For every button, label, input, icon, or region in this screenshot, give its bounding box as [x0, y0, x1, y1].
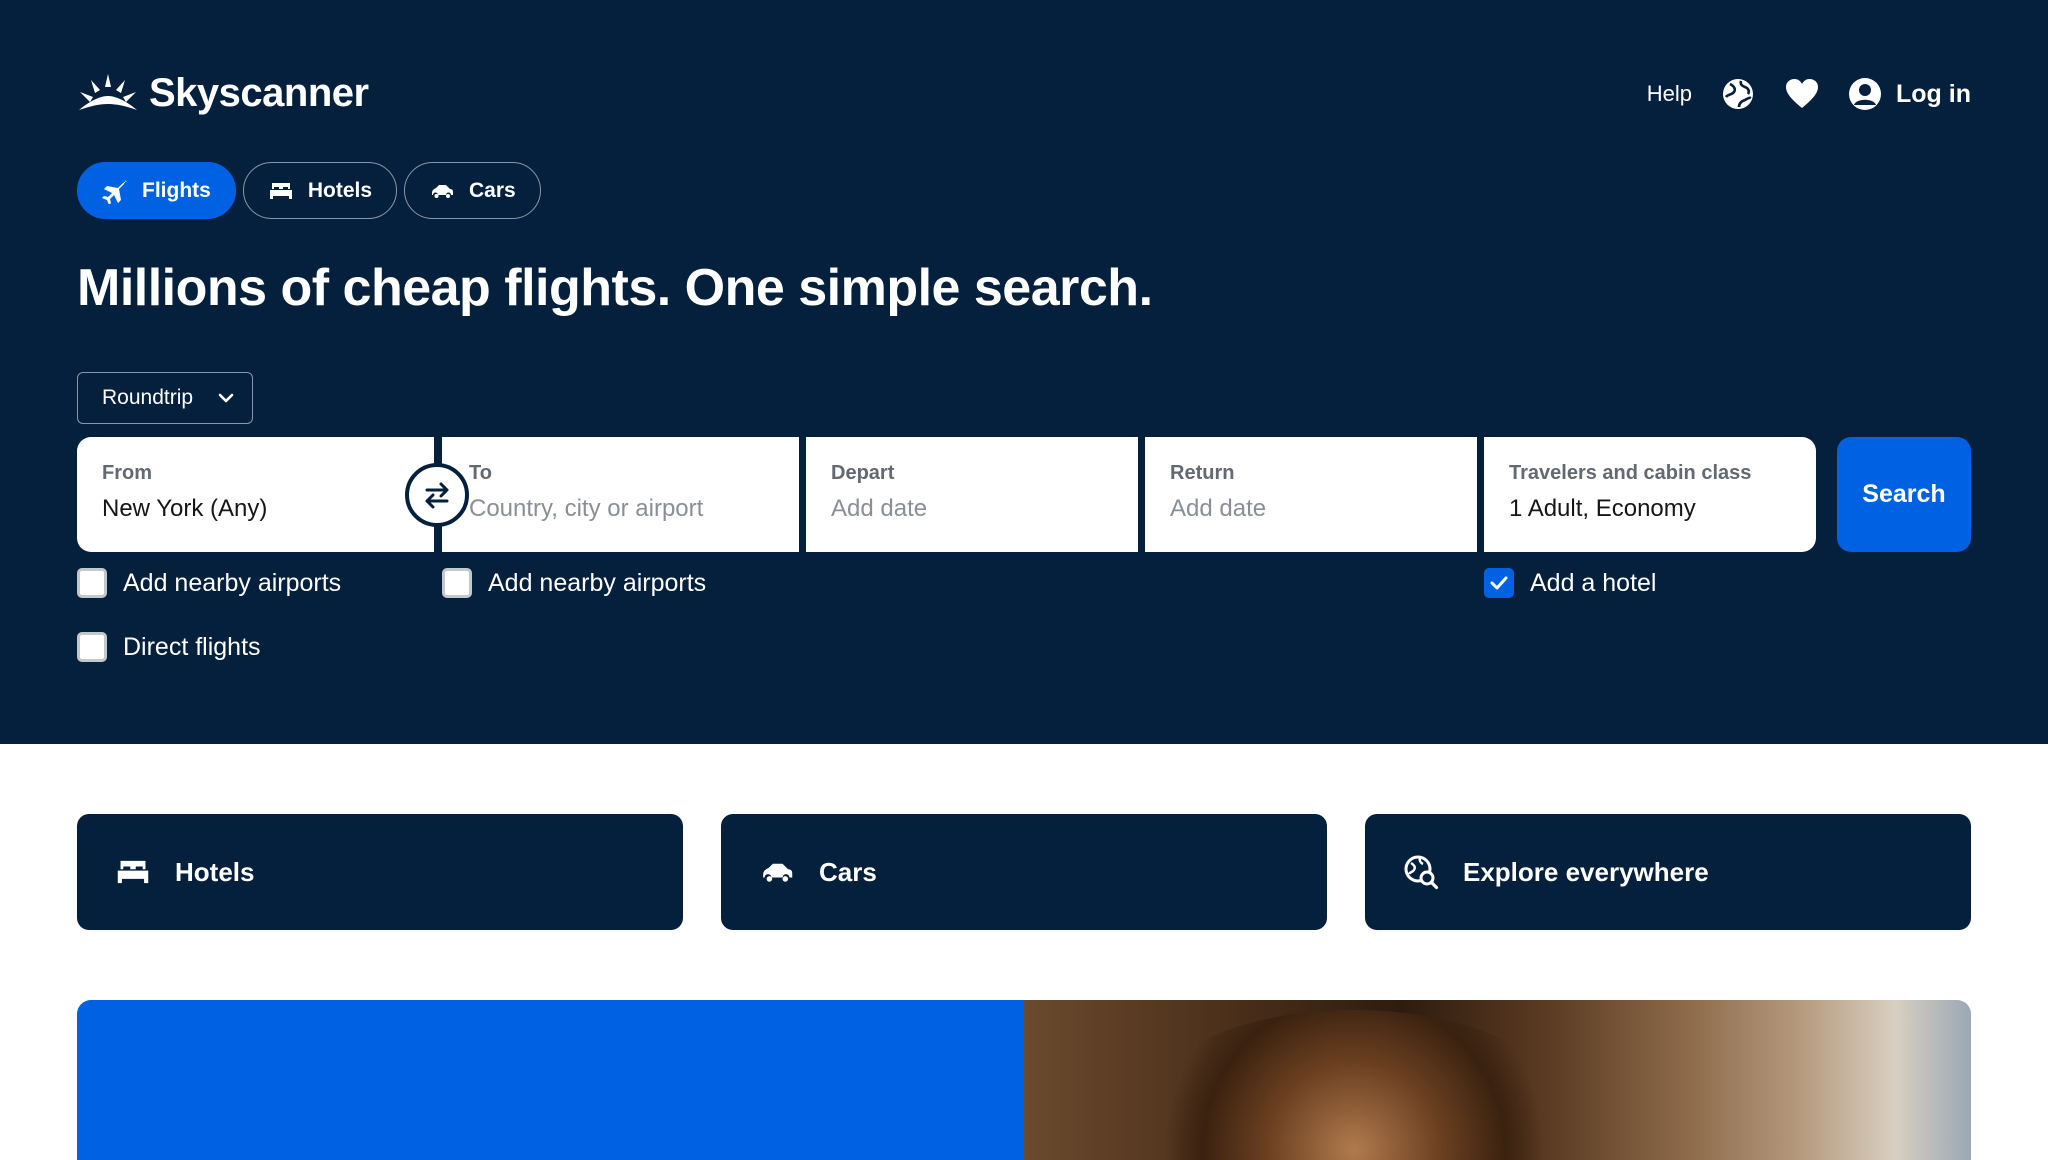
login-button[interactable]: Log in — [1848, 77, 1971, 111]
tab-cars[interactable]: Cars — [404, 162, 541, 219]
brand-name: Skyscanner — [149, 70, 369, 115]
from-label: From — [102, 462, 152, 484]
add-hotel-label: Add a hotel — [1530, 568, 1657, 597]
trip-type-value: Roundtrip — [102, 386, 194, 409]
cars-card-label: Cars — [819, 856, 877, 887]
from-nearby-airports-label: Add nearby airports — [123, 568, 342, 597]
to-nearby-airports-checkbox[interactable]: Add nearby airports — [442, 568, 706, 598]
explore-everywhere-card[interactable]: Explore everywhere — [1365, 814, 1971, 930]
to-nearby-airports-label: Add nearby airports — [488, 568, 707, 597]
travelers-value: 1 Adult, Economy — [1509, 495, 1696, 522]
from-value: New York (Any) — [102, 495, 268, 522]
from-nearby-airports-checkbox[interactable]: Add nearby airports — [77, 568, 341, 598]
search-button[interactable]: Search — [1837, 437, 1971, 552]
to-field[interactable]: To Country, city or airport — [442, 437, 799, 552]
hotels-card[interactable]: Hotels — [77, 814, 683, 930]
hotels-card-label: Hotels — [175, 856, 255, 887]
chevron-down-icon — [218, 393, 234, 403]
from-field[interactable]: From New York (Any) — [77, 437, 434, 552]
heart-icon[interactable] — [1784, 76, 1820, 112]
swap-button[interactable] — [405, 463, 469, 527]
tab-flights[interactable]: Flights — [77, 162, 236, 219]
product-tabs: Flights Hotels Cars — [77, 162, 541, 219]
return-label: Return — [1170, 462, 1235, 484]
tab-cars-label: Cars — [469, 178, 516, 202]
return-placeholder: Add date — [1170, 495, 1267, 522]
to-label: To — [469, 462, 492, 484]
travelers-field[interactable]: Travelers and cabin class 1 Adult, Econo… — [1484, 437, 1816, 552]
flight-search-form: From New York (Any) To Country, city or … — [77, 437, 1971, 552]
promo-color-panel — [77, 1000, 1024, 1160]
car-icon — [432, 184, 454, 198]
depart-field[interactable]: Depart Add date — [806, 437, 1138, 552]
swap-arrows-icon — [425, 482, 449, 509]
direct-flights-checkbox[interactable]: Direct flights — [77, 632, 261, 662]
checkbox-box[interactable] — [442, 568, 472, 598]
checkmark-icon — [1490, 576, 1508, 590]
skyscanner-logo[interactable]: Skyscanner — [77, 70, 369, 116]
sunrise-logo-icon — [79, 74, 137, 110]
cars-card[interactable]: Cars — [721, 814, 1327, 930]
explore-everywhere-label: Explore everywhere — [1463, 856, 1709, 887]
checkbox-box[interactable] — [77, 632, 107, 662]
page-headline: Millions of cheap flights. One simple se… — [77, 259, 1153, 317]
depart-placeholder: Add date — [831, 495, 928, 522]
direct-flights-label: Direct flights — [123, 632, 261, 661]
tab-hotels[interactable]: Hotels — [242, 162, 398, 219]
bed-icon — [269, 182, 292, 199]
add-hotel-checkbox[interactable]: Add a hotel — [1484, 568, 1657, 598]
return-field[interactable]: Return Add date — [1145, 437, 1477, 552]
promo-photo — [1024, 1000, 1971, 1160]
tab-hotels-label: Hotels — [307, 178, 373, 202]
globe-search-icon — [1404, 855, 1439, 890]
globe-icon[interactable] — [1720, 76, 1756, 112]
top-navigation: Help Log in — [1647, 72, 1971, 116]
trip-type-dropdown[interactable]: Roundtrip — [77, 372, 253, 424]
to-placeholder: Country, city or airport — [469, 495, 704, 522]
plane-icon — [102, 179, 127, 204]
tab-flights-label: Flights — [142, 178, 211, 202]
account-icon — [1849, 78, 1882, 110]
car-icon — [763, 863, 793, 882]
login-label: Log in — [1896, 79, 1971, 108]
hero-section: Skyscanner Help Log in Flights Hotels Ca… — [0, 0, 2048, 744]
help-link[interactable]: Help — [1647, 81, 1692, 107]
bed-icon — [117, 860, 149, 884]
checkbox-box[interactable] — [77, 568, 107, 598]
depart-label: Depart — [831, 462, 895, 484]
promo-banner — [77, 1000, 1971, 1160]
travelers-label: Travelers and cabin class — [1509, 462, 1752, 484]
checkbox-box-checked[interactable] — [1484, 568, 1514, 598]
quick-links: Hotels Cars Explore everywhere — [77, 814, 1971, 930]
person-photo-detail — [1144, 1010, 1564, 1160]
